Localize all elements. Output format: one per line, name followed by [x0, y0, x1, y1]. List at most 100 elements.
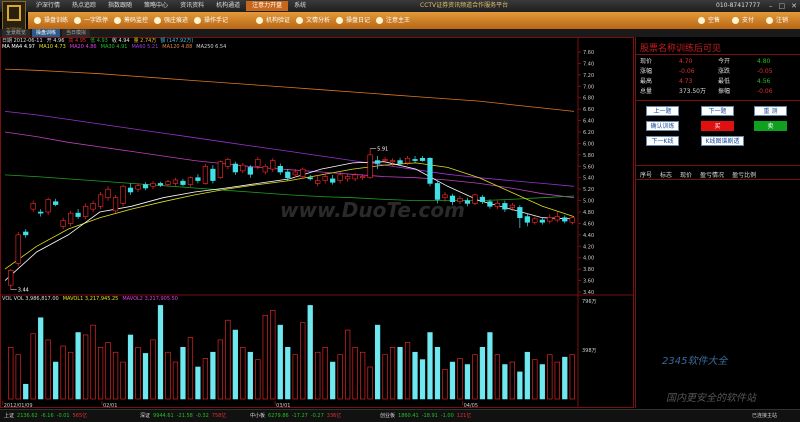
- candle-body: [150, 183, 156, 187]
- candle-body: [322, 176, 328, 181]
- toolbar-button[interactable]: 操作手记: [194, 15, 228, 26]
- index-ticker: 创业板 1860.41 -18.91 -1.00 121亿: [380, 412, 471, 420]
- volume-bar: [285, 346, 291, 400]
- toolbar-button[interactable]: 注意主王: [376, 15, 410, 26]
- candle-body: [360, 176, 366, 179]
- quote-cell: 涨幅: [640, 68, 653, 75]
- quote-row: 最高 4.73 最低 4.56: [640, 77, 796, 87]
- volume-bar: [412, 351, 418, 400]
- candle-body: [157, 183, 164, 186]
- toolbar-button[interactable]: 文情分析: [296, 15, 330, 26]
- volume-bar: [330, 361, 336, 400]
- candle-body: [502, 203, 508, 210]
- toolbar-right-button[interactable]: 支付: [732, 15, 754, 26]
- volume-bar: [397, 346, 403, 400]
- view-tab[interactable]: 全景概览: [2, 29, 31, 37]
- volume-bar: [434, 346, 441, 400]
- volume-bar: [202, 358, 209, 400]
- menu-item[interactable]: 机构通道: [210, 1, 246, 11]
- candle-body: [449, 195, 456, 203]
- volume-bar: [404, 342, 411, 400]
- volume-bar: [180, 346, 186, 400]
- sell-button[interactable]: 卖: [754, 121, 787, 131]
- candle-body: [75, 212, 81, 217]
- toolbar-button[interactable]: 操盘日记: [336, 15, 370, 26]
- candle-body: [165, 181, 171, 185]
- candle-body: [53, 201, 59, 205]
- volume-bar: [247, 351, 253, 400]
- candle-body: [547, 217, 553, 222]
- volume-bar: [352, 346, 358, 400]
- volume-bar: [442, 369, 448, 400]
- volume-bar: [240, 346, 246, 400]
- info-value: MA120 4.88: [162, 44, 193, 50]
- maximize-icon[interactable]: □: [779, 1, 786, 11]
- confirm-training-button[interactable]: 确认训练: [646, 121, 679, 131]
- quote-cell: 振幅: [718, 88, 731, 95]
- menu-item[interactable]: 策略中心: [138, 1, 174, 11]
- index-percent: -0.32: [195, 413, 209, 419]
- candle-body: [382, 159, 388, 161]
- volume-bar: [30, 333, 36, 400]
- volume-bar: [45, 339, 51, 400]
- price-tick-label: 5.40: [583, 176, 594, 182]
- toolbar-right-button[interactable]: 注销: [766, 15, 788, 26]
- menu-item[interactable]: 沪深行情: [30, 1, 66, 11]
- next-question-button[interactable]: 下一题: [701, 106, 734, 116]
- candle-body: [457, 197, 463, 203]
- connection-status: 已连接主站: [752, 413, 778, 419]
- candle-body: [195, 177, 201, 181]
- candle-body: [232, 163, 238, 173]
- quote-cell: 最低: [718, 78, 731, 85]
- quote-cell: 总量: [640, 88, 653, 95]
- divider: [636, 100, 800, 101]
- menu-item[interactable]: 热点追踪: [66, 1, 102, 11]
- index-change: -17.27: [291, 413, 308, 419]
- candle-body: [532, 218, 538, 223]
- candle-body: [367, 154, 373, 179]
- volume-bar: [360, 351, 366, 400]
- toolbar-button[interactable]: 一字跌停: [74, 15, 108, 26]
- reset-button[interactable]: 重 测: [754, 106, 787, 116]
- candle-body: [397, 160, 403, 164]
- prev-question-button[interactable]: 上一题: [646, 106, 679, 116]
- toolbar-right-button[interactable]: 空售: [698, 15, 720, 26]
- candle-body: [300, 168, 306, 177]
- toolbar-button[interactable]: 机构验证: [256, 15, 290, 26]
- volume-tick-label: 398万: [582, 348, 597, 354]
- volume-bar: [195, 366, 201, 400]
- buy-button[interactable]: 买: [701, 121, 734, 131]
- volume-bar: [427, 332, 433, 400]
- toolbar-button[interactable]: 操盘训练: [34, 15, 68, 26]
- menu-item[interactable]: 注意力开盘: [246, 1, 289, 11]
- view-tab[interactable]: 当日模拟: [62, 29, 91, 37]
- toolbar-button[interactable]: 筹码监控: [114, 15, 148, 26]
- minimize-icon[interactable]: –: [769, 1, 773, 11]
- menu-item[interactable]: 系统: [288, 1, 312, 11]
- menu-item[interactable]: 资讯资料: [174, 1, 210, 11]
- candle-body: [187, 177, 194, 185]
- next-candle-button[interactable]: 下一K线: [646, 136, 679, 146]
- candle-body: [45, 199, 51, 213]
- index-ticker: 深证 9944.61 -21.58 -0.32 758亿: [140, 412, 226, 420]
- price-tick-label: 5.80: [583, 153, 594, 159]
- volume-bar: [135, 346, 141, 400]
- toolbar-button[interactable]: 强庄痕迹: [154, 15, 188, 26]
- volume-info-line: VOL VOL 3,986,817.00 MAVOL1 3,217,945.25 M…: [2, 296, 182, 302]
- titlebar: 沪深行情 热点追踪 指数跟随 策略中心 资讯资料 机构通道 注意力开盘 系统 CCTV证券资讯…: [0, 0, 800, 12]
- volume-bar: [524, 351, 530, 400]
- quote-row: 现价 4.70 今开 4.80: [640, 57, 796, 67]
- menu-item[interactable]: 指数跟随: [102, 1, 138, 11]
- volume-bar: [345, 329, 351, 400]
- kline-analysis-button[interactable]: K线图谱剧透: [701, 136, 744, 146]
- info-value: MA MA4 4.97: [2, 44, 35, 50]
- price-tick-label: 6.60: [583, 107, 594, 113]
- price-tick-label: 6.20: [583, 130, 594, 136]
- candle-body: [307, 177, 313, 180]
- volume-bar: [262, 314, 268, 400]
- view-tab[interactable]: 操盘训练: [32, 29, 61, 37]
- close-icon[interactable]: ✕: [791, 1, 797, 11]
- history-column-header: 盈亏情况: [700, 172, 725, 179]
- volume-bar: [487, 332, 493, 400]
- candle-body: [38, 211, 44, 214]
